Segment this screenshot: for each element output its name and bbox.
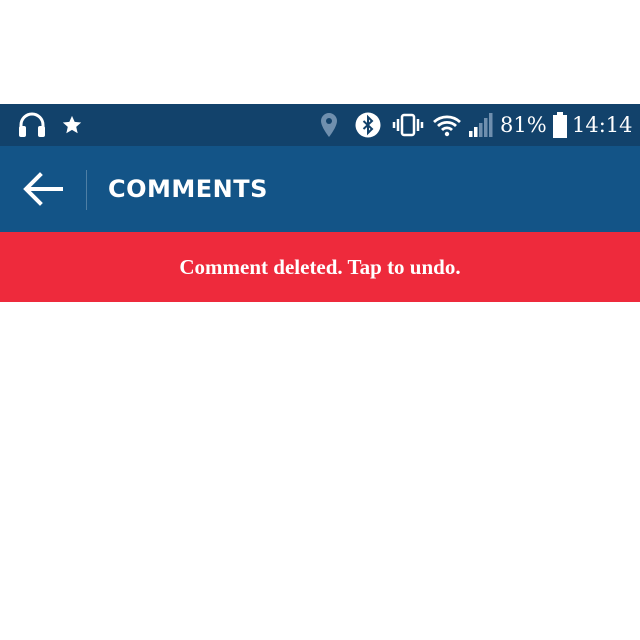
app-bar-divider (86, 170, 87, 210)
star-icon (60, 113, 84, 137)
battery-icon (552, 112, 568, 138)
signal-icon (468, 113, 494, 137)
clock: 14:14 (572, 113, 633, 137)
bluetooth-icon (354, 112, 382, 138)
wifi-icon (432, 113, 462, 137)
screen: 81% 14:14 COMMENTS Comment deleted. Tap … (0, 0, 640, 640)
vibrate-icon (392, 113, 424, 137)
back-arrow-icon (21, 171, 63, 207)
battery-percent: 81% (500, 113, 547, 137)
back-button[interactable] (18, 166, 66, 212)
comments-list-area (0, 302, 640, 640)
snackbar-message: Comment deleted. Tap to undo. (179, 254, 461, 279)
headphones-icon (16, 112, 48, 137)
undo-snackbar[interactable]: Comment deleted. Tap to undo. (0, 232, 640, 302)
top-blank-area (0, 0, 640, 104)
location-icon (318, 113, 340, 137)
app-bar: COMMENTS (0, 146, 640, 232)
page-title: COMMENTS (108, 175, 268, 203)
status-bar: 81% 14:14 (0, 104, 640, 146)
